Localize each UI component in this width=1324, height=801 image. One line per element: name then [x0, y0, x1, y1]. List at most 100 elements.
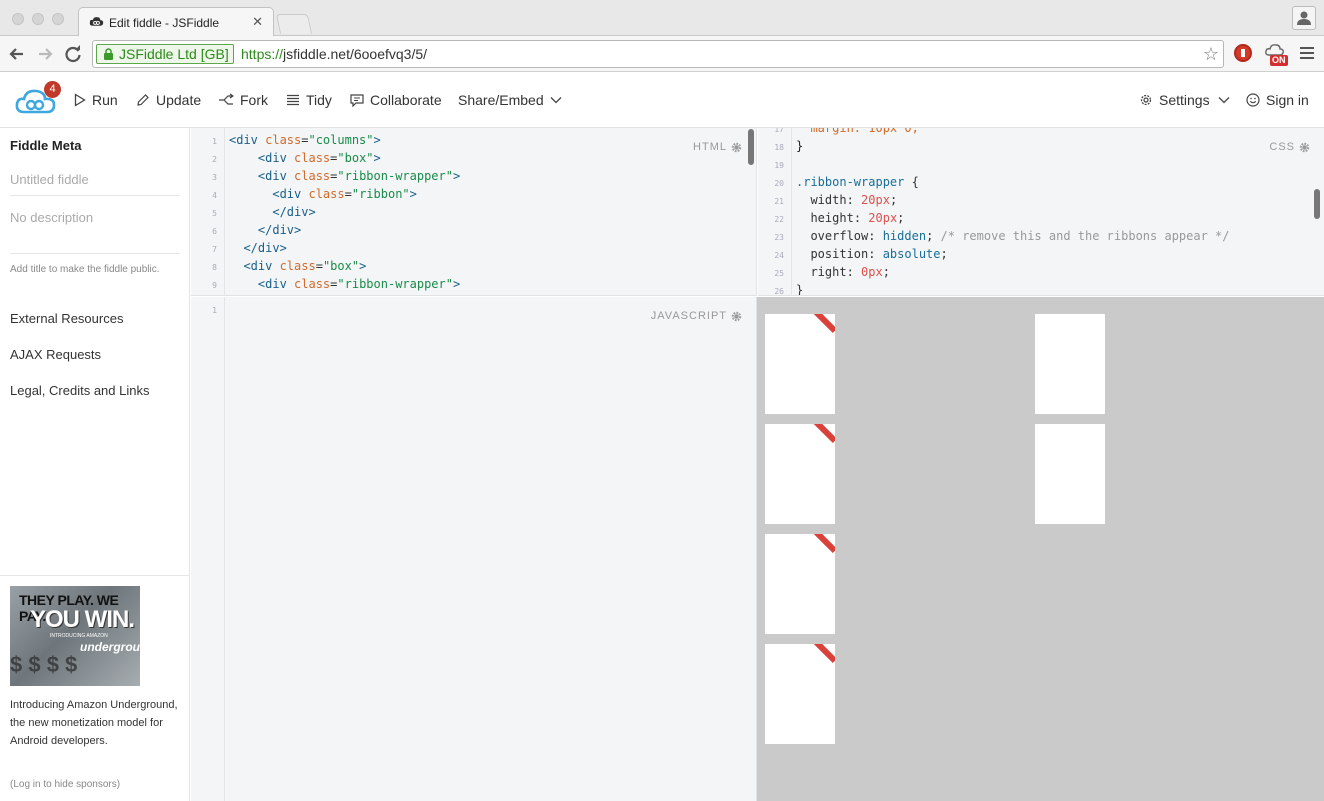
- update-button[interactable]: Update: [136, 72, 201, 128]
- html-line-gutter: 1 2 3 4 5 6 7 8 9: [191, 128, 225, 295]
- notification-count-badge[interactable]: 4: [44, 81, 61, 98]
- html-code[interactable]: <div class="columns"> <div class="box"> …: [229, 131, 460, 293]
- sponsor-box: THEY PLAY. WE PAY. YOU WIN. INTRODUCING …: [0, 575, 190, 801]
- result-box: [765, 314, 835, 414]
- tidy-button[interactable]: Tidy: [286, 72, 332, 128]
- lock-icon: [104, 48, 113, 60]
- ad-brand: underground: [80, 640, 140, 654]
- play-icon: [74, 93, 86, 107]
- url-path: jsfiddle.net/6ooefvq3/5/: [283, 46, 428, 62]
- sponsor-text[interactable]: Introducing Amazon Underground, the new …: [10, 696, 182, 750]
- line-number: 24: [774, 251, 784, 260]
- js-panel-label: JAVASCRIPT: [651, 310, 742, 322]
- ribbon: [812, 534, 835, 554]
- result-box: [1035, 424, 1105, 524]
- tab-title: Edit fiddle - JSFiddle: [109, 16, 220, 30]
- ev-organization-label: JSFiddle Ltd [GB]: [119, 46, 229, 62]
- ad-headline-2: YOU WIN.: [30, 606, 135, 633]
- html-label: HTML: [693, 141, 727, 153]
- line-number: 3: [212, 173, 217, 182]
- settings-dropdown[interactable]: Settings: [1139, 72, 1236, 128]
- adblock-extension-icon[interactable]: [1234, 44, 1252, 62]
- run-button[interactable]: Run: [74, 72, 118, 128]
- line-number: 25: [774, 269, 784, 278]
- sign-in-button[interactable]: Sign in: [1246, 72, 1309, 128]
- browser-toolbar: JSFiddle Ltd [GB] https://jsfiddle.net/6…: [0, 36, 1324, 72]
- new-tab-button[interactable]: [275, 14, 313, 34]
- browser-menu-icon[interactable]: [1300, 47, 1314, 59]
- fiddle-title-input[interactable]: Untitled fiddle: [10, 172, 180, 196]
- ad-subtitle: INTRODUCING AMAZON: [50, 633, 108, 639]
- result-box: [765, 644, 835, 744]
- chevron-down-icon: [550, 97, 562, 104]
- sidebar-item-external-resources[interactable]: External Resources: [10, 311, 123, 326]
- sidebar-item-ajax-requests[interactable]: AJAX Requests: [10, 347, 101, 362]
- html-panel-label: HTML: [693, 141, 742, 153]
- sidebar-item-legal-credits[interactable]: Legal, Credits and Links: [10, 383, 149, 398]
- css-line-gutter: 17 18 19 20 21 22 23 24 25 26: [758, 128, 792, 295]
- gear-icon[interactable]: [1299, 142, 1310, 153]
- css-top-fragment: margin: 10px 0;: [796, 128, 919, 135]
- tab-close-icon[interactable]: ✕: [252, 14, 263, 30]
- line-number: 21: [774, 197, 784, 206]
- collaborate-button[interactable]: Collaborate: [350, 72, 442, 128]
- ribbon: [812, 644, 835, 664]
- collaborate-label: Collaborate: [370, 92, 442, 108]
- fork-icon: [219, 93, 234, 105]
- ribbon: [812, 424, 835, 444]
- css-scrollbar[interactable]: [1314, 189, 1320, 219]
- extension-on-badge: ON: [1270, 55, 1288, 66]
- sponsor-ad-image[interactable]: THEY PLAY. WE PAY. YOU WIN. INTRODUCING …: [10, 586, 140, 686]
- line-number: 7: [212, 245, 217, 254]
- browser-tab-bar: Edit fiddle - JSFiddle ✕: [0, 0, 1324, 37]
- reload-icon[interactable]: [62, 43, 84, 65]
- fork-button[interactable]: Fork: [218, 72, 268, 128]
- gear-icon[interactable]: [731, 142, 742, 153]
- result-box: [765, 424, 835, 524]
- forward-arrow-icon[interactable]: [34, 43, 56, 65]
- run-label: Run: [92, 92, 118, 108]
- profile-button[interactable]: [1292, 6, 1316, 30]
- result-box: [765, 534, 835, 634]
- hide-sponsors-link[interactable]: (Log in to hide sponsors): [10, 779, 120, 790]
- result-panel[interactable]: [757, 297, 1324, 801]
- close-window-button[interactable]: [12, 13, 24, 25]
- css-editor-panel[interactable]: 17 18 19 20 21 22 23 24 25 26 margin: 10…: [758, 128, 1324, 296]
- css-code[interactable]: } .ribbon-wrapper { width: 20px; height:…: [796, 137, 1230, 295]
- gear-icon: [1140, 94, 1152, 106]
- html-editor-panel[interactable]: 1 2 3 4 5 6 7 8 9 <div class="columns"> …: [191, 128, 757, 296]
- browser-tab-active[interactable]: Edit fiddle - JSFiddle ✕: [78, 7, 274, 37]
- settings-label: Settings: [1159, 92, 1210, 108]
- bookmark-star-icon[interactable]: ☆: [1203, 44, 1219, 65]
- html-scrollbar[interactable]: [748, 129, 754, 165]
- line-number: 17: [774, 128, 784, 134]
- chat-bubble-icon: [350, 93, 364, 107]
- line-number: 5: [212, 209, 217, 218]
- extension-on-icon[interactable]: ON: [1264, 42, 1290, 68]
- share-embed-dropdown[interactable]: Share/Embed: [458, 72, 568, 128]
- jsfiddle-favicon-icon: [89, 17, 104, 26]
- js-editor-panel[interactable]: 1 JAVASCRIPT: [191, 297, 757, 801]
- address-bar[interactable]: JSFiddle Ltd [GB] https://jsfiddle.net/6…: [92, 40, 1224, 68]
- line-number: 26: [774, 287, 784, 296]
- line-number: 1: [212, 137, 217, 146]
- url-text: https://jsfiddle.net/6ooefvq3/5/: [241, 46, 427, 62]
- fiddle-meta-title: Fiddle Meta: [10, 138, 82, 153]
- ev-certificate-badge[interactable]: JSFiddle Ltd [GB]: [96, 44, 234, 64]
- line-number: 22: [774, 215, 784, 224]
- line-number: 6: [212, 227, 217, 236]
- jsfiddle-header: 4 Run Update Fork Tidy Collaborate Share…: [0, 72, 1324, 128]
- result-box: [1035, 314, 1105, 414]
- css-panel-label: CSS: [1269, 141, 1310, 153]
- line-number: 1: [212, 306, 217, 315]
- line-number: 19: [774, 161, 784, 170]
- back-arrow-icon[interactable]: [6, 43, 28, 65]
- fiddle-description-input[interactable]: No description: [10, 210, 180, 254]
- line-number: 9: [212, 281, 217, 290]
- ad-dollar-signs: $ $ $ $: [10, 652, 78, 677]
- minimize-window-button[interactable]: [32, 13, 44, 25]
- gear-icon[interactable]: [731, 311, 742, 322]
- maximize-window-button[interactable]: [52, 13, 64, 25]
- line-number: 8: [212, 263, 217, 272]
- public-hint-text: Add title to make the fiddle public.: [10, 264, 160, 275]
